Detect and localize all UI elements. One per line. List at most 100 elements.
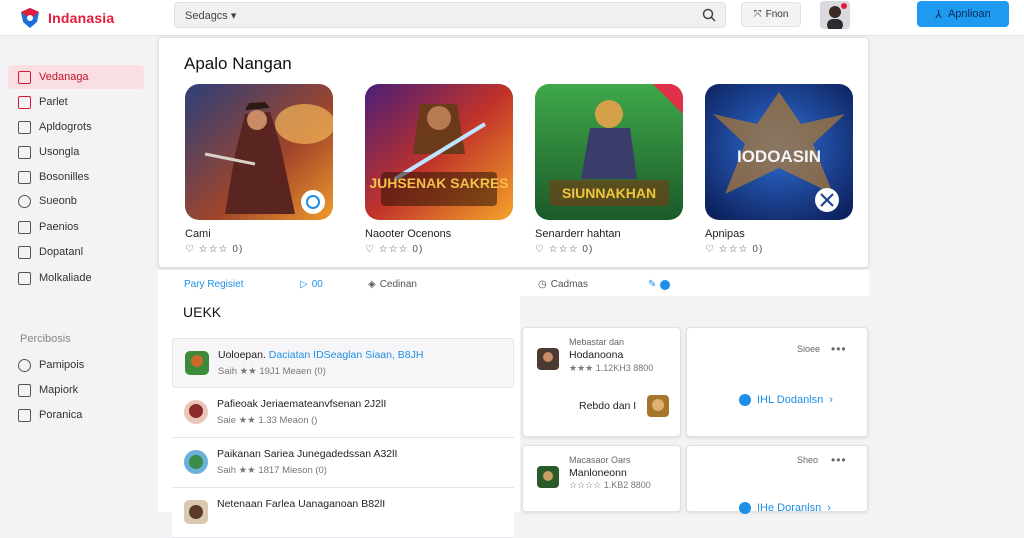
card-link[interactable]: IHe Doranlsn ›: [739, 502, 831, 514]
game-card[interactable]: IODOASIN Apnipas ♡ ☆☆☆ 0): [705, 84, 853, 264]
doc-icon: [18, 170, 31, 184]
game-art-title: SIUNNAKHAN: [562, 185, 656, 201]
sidebar-item-pamipois[interactable]: Pamipois: [8, 353, 144, 377]
more-options-icon[interactable]: •••: [831, 342, 847, 356]
sidebar-item-molkaliade[interactable]: Molkaliade: [8, 266, 144, 290]
sidebar: Vedanaga Parlet Apldogrots Usongla Boson…: [0, 37, 158, 512]
game-card[interactable]: JUHSENAK SAKRES Naooter Ocenons ♡ ☆☆☆ 0): [365, 84, 513, 264]
top-bar: Indanasia Sedagcs ▾ ⤧ Fnon ⅄ Apnlioan: [0, 0, 1024, 36]
map-icon: [18, 383, 31, 397]
apps-icon: [18, 120, 31, 134]
sidebar-item-label: Usongla: [39, 146, 80, 158]
tab-label: Cedinan: [379, 279, 417, 290]
tab-cedinan[interactable]: ◈ Cedinan: [368, 279, 417, 290]
sidebar-item-label: Parlet: [39, 96, 68, 108]
search-icon[interactable]: [701, 7, 717, 23]
edit-button[interactable]: ✎: [648, 279, 671, 290]
sidebar-item-usongla[interactable]: Usongla: [8, 140, 144, 164]
check-circle-icon: [739, 502, 751, 514]
chat-icon: [18, 358, 31, 372]
app-thumbnail: [647, 395, 669, 417]
sidebar-item-label: Bosonilles: [39, 171, 90, 183]
sidebar-item-bosonilles[interactable]: Bosonilles: [8, 165, 144, 189]
tab-label: 00: [311, 279, 323, 290]
avatar[interactable]: [820, 1, 850, 29]
list-item[interactable]: Pafieoak Jeriaemateanvfsenan 2J2lI Saie …: [172, 388, 514, 438]
tab-pary-regisiet[interactable]: Pary Regisiet: [184, 279, 243, 290]
card-subtitle: Macasaor Oars: [569, 455, 631, 465]
search-input[interactable]: Sedagcs ▾: [174, 2, 726, 28]
app-card[interactable]: Macasaor Oars Manloneonn ☆☆☆☆ 1.KB2 8800: [522, 445, 681, 512]
game-card[interactable]: Cami ♡ ☆☆☆ 0): [185, 84, 333, 264]
sidebar-item-poranica[interactable]: Poranica: [8, 403, 144, 427]
list-item-title: Uoloepan. Daciatan IDSeaglan Siaan, B8JH: [218, 349, 424, 361]
game-name: Cami: [185, 228, 211, 240]
tab-count[interactable]: ▷ 00: [300, 279, 323, 290]
sidebar-item-mapiork[interactable]: Mapiork: [8, 378, 144, 402]
sidebar-item-parlet[interactable]: Parlet: [8, 90, 144, 114]
sidebar-item-apldogrots[interactable]: Apldogrots: [8, 115, 144, 139]
list-item[interactable]: Uoloepan. Daciatan IDSeaglan Siaan, B8JH…: [172, 338, 514, 388]
card-link[interactable]: IHL Dodanlsn ›: [739, 394, 833, 406]
sidebar-item-label: Pamipois: [39, 359, 85, 371]
app-icon: [185, 351, 209, 375]
card-footer: Rebdo dan I: [579, 400, 637, 412]
brand-logo-icon: [21, 8, 39, 28]
game-rating: ♡ ☆☆☆ 0): [535, 244, 594, 255]
card-meta: ☆☆☆☆ 1.KB2 8800: [569, 480, 651, 490]
list-item[interactable]: Paikanan Sariea Junegadedssan A32lI Saih…: [172, 438, 514, 488]
search-icon: [18, 194, 31, 208]
section-tabs: Pary Regisiet ▷ 00 ◈ Cedinan ◷ Cadmas ✎: [158, 270, 869, 296]
game-rating: ♡ ☆☆☆ 0): [185, 244, 244, 255]
list-item-meta: Saie ★★ 1.33 Meaon (): [217, 415, 318, 426]
game-rating: ♡ ☆☆☆ 0): [705, 244, 764, 255]
list-title: UEKK: [183, 304, 222, 320]
status-dot: [660, 279, 671, 290]
game-artwork[interactable]: [185, 84, 333, 220]
card-meta: ★★★ 1.12KH3 8800: [569, 363, 654, 373]
game-artwork[interactable]: IODOASIN: [705, 84, 853, 220]
sidebar-item-label: Apldogrots: [39, 121, 92, 133]
game-art-title: IODOASIN: [737, 147, 821, 166]
clock-icon: ◷: [538, 279, 547, 290]
app-card[interactable]: Mebastar dan Hodanoona ★★★ 1.12KH3 8800 …: [522, 327, 681, 437]
check-circle-icon: [739, 394, 751, 406]
game-art-title: JUHSENAK SAKRES: [369, 175, 508, 191]
app-icon: [184, 450, 208, 474]
sidebar-item-label: Mapiork: [39, 384, 79, 396]
game-card[interactable]: SIUNNAKHAN Senarderr hahtan ♡ ☆☆☆ 0): [535, 84, 683, 264]
sidebar-item-label: Sueonb: [39, 195, 77, 207]
bookmark-icon: [18, 245, 31, 259]
tab-label: Cadmas: [550, 279, 588, 290]
shield-icon: ◈: [368, 279, 376, 290]
sidebar-item-label: Vedanaga: [39, 71, 89, 83]
promo-card[interactable]: Sheo ••• IHe Doranlsn ›: [686, 445, 868, 514]
sidebar-item-label: Paenios: [39, 221, 79, 233]
sidebar-item-dopatanl[interactable]: Dopatanl: [8, 240, 144, 264]
user-icon: ⅄: [935, 8, 942, 21]
game-name: Naooter Ocenons: [365, 228, 452, 240]
game-name: Senarderr hahtan: [535, 228, 621, 240]
game-artwork[interactable]: JUHSENAK SAKRES: [365, 84, 513, 220]
brand-logo[interactable]: Indanasia: [18, 6, 114, 30]
layers-icon: [18, 220, 31, 234]
game-artwork[interactable]: SIUNNAKHAN: [535, 84, 683, 220]
promo-card[interactable]: Sioee ••• IHL Dodanlsn ›: [686, 327, 868, 437]
list-item[interactable]: Netenaan Farlea Uanaganoan B82lI: [172, 488, 514, 538]
primary-cta-button[interactable]: ⅄ Apnlioan: [917, 1, 1009, 27]
home-icon: [18, 70, 31, 84]
sidebar-item-paenios[interactable]: Paenios: [8, 215, 144, 239]
box-icon: [18, 408, 31, 422]
play-icon: ▷: [300, 279, 308, 290]
featured-title: Apalo Nangan: [184, 54, 292, 73]
card-title: Manloneonn: [569, 467, 627, 479]
top-action-button[interactable]: ⤧ Fnon: [741, 2, 801, 27]
sidebar-item-vedanaga[interactable]: Vedanaga: [8, 65, 144, 89]
pin-icon: ⤧: [753, 9, 762, 20]
game-name: Apnipas: [705, 228, 745, 240]
more-options-icon[interactable]: •••: [831, 453, 847, 467]
sidebar-section-heading: Percibosis: [20, 333, 71, 345]
chevron-right-icon: ›: [829, 394, 833, 406]
tab-cadmas[interactable]: ◷ Cadmas: [538, 279, 588, 290]
sidebar-item-sueonb[interactable]: Sueonb: [8, 189, 144, 213]
